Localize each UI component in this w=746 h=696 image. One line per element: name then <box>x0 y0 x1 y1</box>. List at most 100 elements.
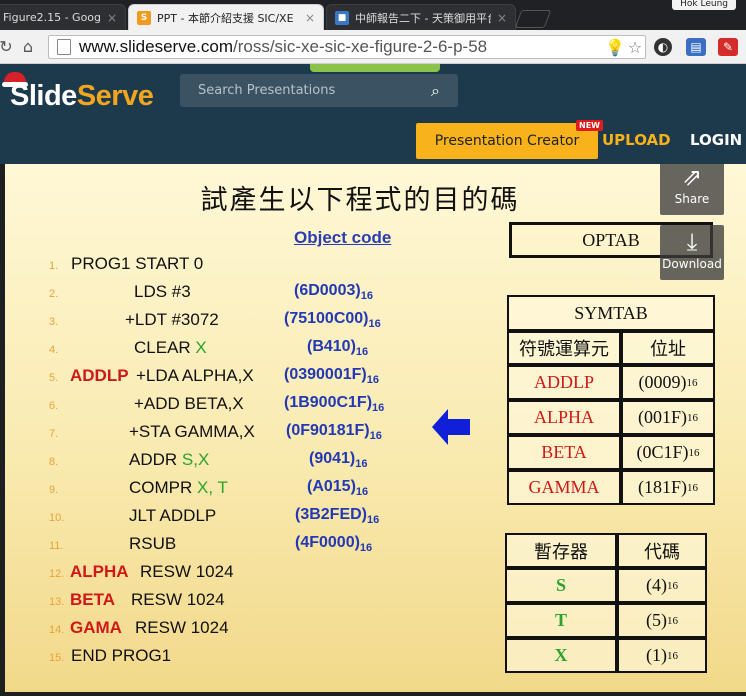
slideserve-logo[interactable]: SlideServe <box>10 80 154 113</box>
url-text[interactable]: www.slideserve.com/ross/sic-xe-sic-xe-fi… <box>79 37 605 57</box>
symtab-symbol: GAMMA <box>507 470 621 505</box>
browser-tab-strip: Figure2.15 - Google × S PPT - 本節介紹支援 SIC… <box>0 0 746 30</box>
instruction: END PROG1 <box>71 646 172 665</box>
object-code: (B410)16 <box>307 338 369 359</box>
search-placeholder: Search Presentations <box>198 83 336 98</box>
symbol-label: GAMA <box>70 618 122 637</box>
home-icon[interactable]: ⌂ <box>18 37 38 57</box>
symtab-address: (0C1F) 16 <box>621 435 715 470</box>
object-code: (1B900C1F)16 <box>284 394 385 415</box>
line-number: 10. <box>49 512 65 524</box>
presentation-creator-button[interactable]: Presentation Creator <box>416 123 598 159</box>
line-number: 5. <box>49 372 59 384</box>
object-code: (75100C00)16 <box>284 310 381 331</box>
line-number: 3. <box>49 316 59 328</box>
close-icon[interactable]: × <box>305 11 315 25</box>
instruction: PROG1 START 0 <box>71 254 204 273</box>
object-code: (9041)16 <box>309 450 368 471</box>
instruction: RSUB <box>129 534 177 553</box>
register-name: S <box>505 568 617 603</box>
line-number: 11. <box>49 540 64 552</box>
arrow-left-icon <box>432 409 470 445</box>
register-name: T <box>505 603 617 638</box>
login-link[interactable]: LOGIN <box>690 131 742 149</box>
symbol-label: ADDLP <box>70 366 129 385</box>
symtab-header-address: 位址 <box>621 331 715 365</box>
instruction: ADDR S,X <box>129 450 210 469</box>
close-icon[interactable]: × <box>107 11 117 25</box>
register-code: (5) 16 <box>617 603 707 638</box>
symtab-address: (0009) 16 <box>621 365 715 400</box>
instruction: +ADD BETA,X <box>134 394 244 413</box>
register-name: X <box>505 638 617 673</box>
symtab-title: SYMTAB <box>507 295 715 331</box>
instruction: +STA GAMMA,X <box>129 422 255 441</box>
close-icon[interactable]: × <box>497 11 507 25</box>
browser-toolbar: ↻ ⌂ www.slideserve.com/ross/sic-xe-sic-x… <box>0 30 746 64</box>
tab-title: PPT - 本節介紹支援 SIC/XE <box>157 11 294 25</box>
page-icon <box>57 39 71 55</box>
symtab-address: (001F) 16 <box>621 400 715 435</box>
object-code: (4F0000)16 <box>295 534 373 555</box>
instruction: +LDT #3072 <box>125 310 219 329</box>
line-number: 15. <box>49 652 65 664</box>
instruction: JLT ADDLP <box>129 506 217 525</box>
instruction: RESW 1024 <box>131 590 225 609</box>
header-accent-strip <box>310 64 440 72</box>
share-button[interactable]: ⇗ Share <box>660 164 724 215</box>
line-number: 14. <box>49 624 65 636</box>
download-button[interactable]: ⤓ Download <box>660 225 724 280</box>
instruction: RESW 1024 <box>135 618 229 637</box>
new-badge: NEW <box>576 120 603 131</box>
profile-name[interactable]: Hok Leung <box>672 0 736 10</box>
line-number: 7. <box>49 428 59 440</box>
object-code: (A015)16 <box>307 478 369 499</box>
share-icon: ⇗ <box>681 164 703 191</box>
address-bar[interactable]: www.slideserve.com/ross/sic-xe-sic-xe-fi… <box>48 35 646 59</box>
object-code: (0F90181F)16 <box>286 422 382 443</box>
line-number: 1. <box>49 260 59 272</box>
tab-title: Figure2.15 - Google <box>3 11 101 24</box>
browser-tab-report[interactable]: ■ 中師報告二下 - 天策御用平台 × <box>326 4 516 30</box>
lightbulb-icon[interactable]: 💡 <box>605 38 625 57</box>
star-icon[interactable]: ☆ <box>625 38 645 57</box>
symtab-header-symbol: 符號運算元 <box>507 331 621 365</box>
download-icon: ⤓ <box>686 228 698 256</box>
reload-icon[interactable]: ↻ <box>0 37 16 57</box>
object-code: (6D0003)16 <box>294 282 373 303</box>
register-code: (1) 16 <box>617 638 707 673</box>
register-code-header: 代碼 <box>617 533 707 568</box>
download-label: Download <box>662 257 722 271</box>
santa-hat-icon <box>2 72 28 87</box>
slide-title: 試產生以下程式的目的碼 <box>200 185 520 216</box>
instruction: RESW 1024 <box>140 562 234 581</box>
extension-red-icon[interactable]: ✎ <box>718 38 738 56</box>
register-header: 暫存器 <box>505 533 617 568</box>
object-code-heading: Object code <box>294 228 392 247</box>
extension-keyboard-icon[interactable]: ▤ <box>686 38 706 56</box>
symtab-symbol: ALPHA <box>507 400 621 435</box>
symbol-label: ALPHA <box>70 562 129 581</box>
line-number: 4. <box>49 344 59 356</box>
document-favicon-icon: ■ <box>335 10 349 25</box>
search-icon[interactable]: ⌕ <box>431 81 440 101</box>
slide: 試產生以下程式的目的碼 Object code 1. PROG1 START 0 2… <box>5 164 746 692</box>
object-code: (0390001F)16 <box>284 366 379 387</box>
instruction: +LDA ALPHA,X <box>136 366 254 385</box>
upload-link[interactable]: UPLOAD <box>602 131 671 149</box>
search-input[interactable]: Search Presentations ⌕ <box>180 74 458 107</box>
extension-contrast-icon[interactable]: ◐ <box>654 38 672 56</box>
object-code: (3B2FED)16 <box>295 506 380 527</box>
instruction: LDS #3 <box>134 282 191 301</box>
register-operand: S,X <box>181 450 210 469</box>
browser-tab-figure[interactable]: Figure2.15 - Google × <box>0 4 126 30</box>
share-label: Share <box>674 192 710 206</box>
browser-tab-ppt[interactable]: S PPT - 本節介紹支援 SIC/XE × <box>128 4 324 30</box>
register-operand: X <box>195 338 207 357</box>
symbol-label: BETA <box>70 590 116 609</box>
line-number: 6. <box>49 400 59 412</box>
new-tab-button[interactable] <box>514 10 552 28</box>
symtab-address: (181F) 16 <box>621 470 715 505</box>
line-number: 8. <box>49 456 59 468</box>
register-code: (4) 16 <box>617 568 707 603</box>
